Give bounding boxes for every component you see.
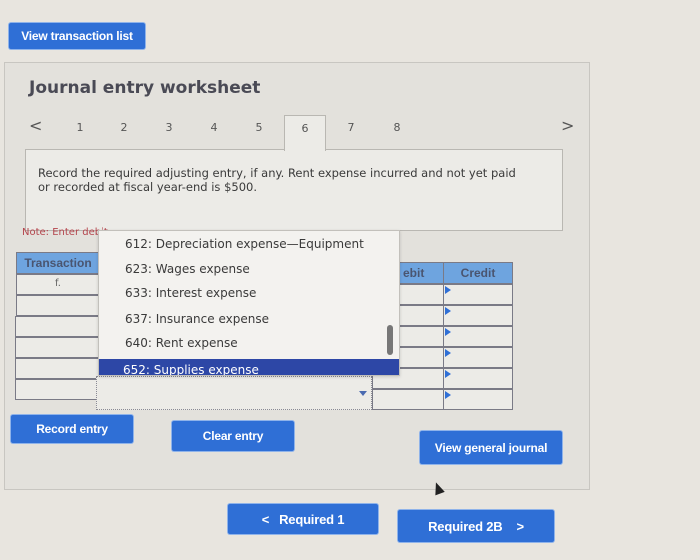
credit-input[interactable] xyxy=(443,326,513,347)
prev-required-1-button[interactable]: < Required 1 xyxy=(228,504,378,534)
dropdown-scrollbar[interactable] xyxy=(387,325,393,355)
tab-5[interactable]: 5 xyxy=(244,115,274,141)
credit-input[interactable] xyxy=(443,347,513,368)
next-required-label: Required 2B xyxy=(428,518,503,534)
prev-tab-arrow-icon[interactable]: < xyxy=(29,116,42,135)
credit-indent-marker-icon xyxy=(445,286,451,294)
transaction-cell[interactable] xyxy=(15,295,100,316)
debit-input[interactable] xyxy=(372,389,444,410)
transaction-column-header: Transaction xyxy=(16,252,100,274)
dropdown-option[interactable]: 633: Interest expense xyxy=(125,286,256,300)
transaction-cell[interactable] xyxy=(14,379,99,400)
transaction-cell[interactable]: f. xyxy=(16,274,100,295)
transaction-cell[interactable] xyxy=(15,337,100,358)
clear-entry-button[interactable]: Clear entry xyxy=(172,421,294,451)
credit-indent-marker-icon xyxy=(445,307,451,315)
view-general-journal-button[interactable]: View general journal xyxy=(420,431,562,464)
question-text: Record the required adjusting entry, if … xyxy=(38,166,516,194)
credit-input[interactable] xyxy=(443,305,513,326)
tab-4[interactable]: 4 xyxy=(199,115,229,141)
dropdown-caret-icon[interactable] xyxy=(359,391,367,396)
tab-7[interactable]: 7 xyxy=(336,115,366,141)
worksheet-title: Journal entry worksheet xyxy=(29,78,261,98)
credit-input[interactable] xyxy=(443,389,513,410)
credit-column-header: Credit xyxy=(443,262,513,284)
record-entry-button[interactable]: Record entry xyxy=(11,415,133,443)
chevron-left-icon: < xyxy=(261,511,270,527)
credit-indent-marker-icon xyxy=(445,391,451,399)
tab-3[interactable]: 3 xyxy=(154,115,184,141)
chevron-right-icon: > xyxy=(516,518,524,534)
next-required-2b-button[interactable]: Required 2B > xyxy=(398,510,554,542)
tab-2[interactable]: 2 xyxy=(109,115,139,141)
credit-indent-marker-icon xyxy=(445,349,451,357)
next-tab-arrow-icon[interactable]: > xyxy=(561,116,574,135)
transaction-cell[interactable] xyxy=(15,316,100,337)
account-dropdown-list: 612: Depreciation expense—Equipment 623:… xyxy=(98,230,400,376)
credit-indent-marker-icon xyxy=(445,328,451,336)
worksheet-tabs: < 1 2 3 4 5 6 7 8 > xyxy=(25,115,585,151)
credit-indent-marker-icon xyxy=(445,370,451,378)
question-box: Record the required adjusting entry, if … xyxy=(25,149,563,231)
note-text: Note: Enter debit xyxy=(22,227,108,238)
dropdown-option[interactable]: 640: Rent expense xyxy=(125,336,238,350)
tab-8[interactable]: 8 xyxy=(382,115,412,141)
transaction-cell[interactable] xyxy=(14,358,99,379)
account-select-field[interactable] xyxy=(96,376,372,410)
credit-input[interactable] xyxy=(443,368,513,389)
prev-required-label: Required 1 xyxy=(279,511,345,527)
tab-6[interactable]: 6 xyxy=(284,115,326,151)
credit-input[interactable] xyxy=(443,284,513,305)
view-transaction-list-button[interactable]: View transaction list xyxy=(9,23,145,49)
dropdown-option[interactable]: 623: Wages expense xyxy=(125,262,250,276)
dropdown-option[interactable]: 612: Depreciation expense—Equipment xyxy=(125,237,364,251)
dropdown-option-highlighted[interactable]: 652: Supplies expense xyxy=(99,359,399,375)
tab-1[interactable]: 1 xyxy=(65,115,95,141)
dropdown-option[interactable]: 637: Insurance expense xyxy=(125,312,269,326)
